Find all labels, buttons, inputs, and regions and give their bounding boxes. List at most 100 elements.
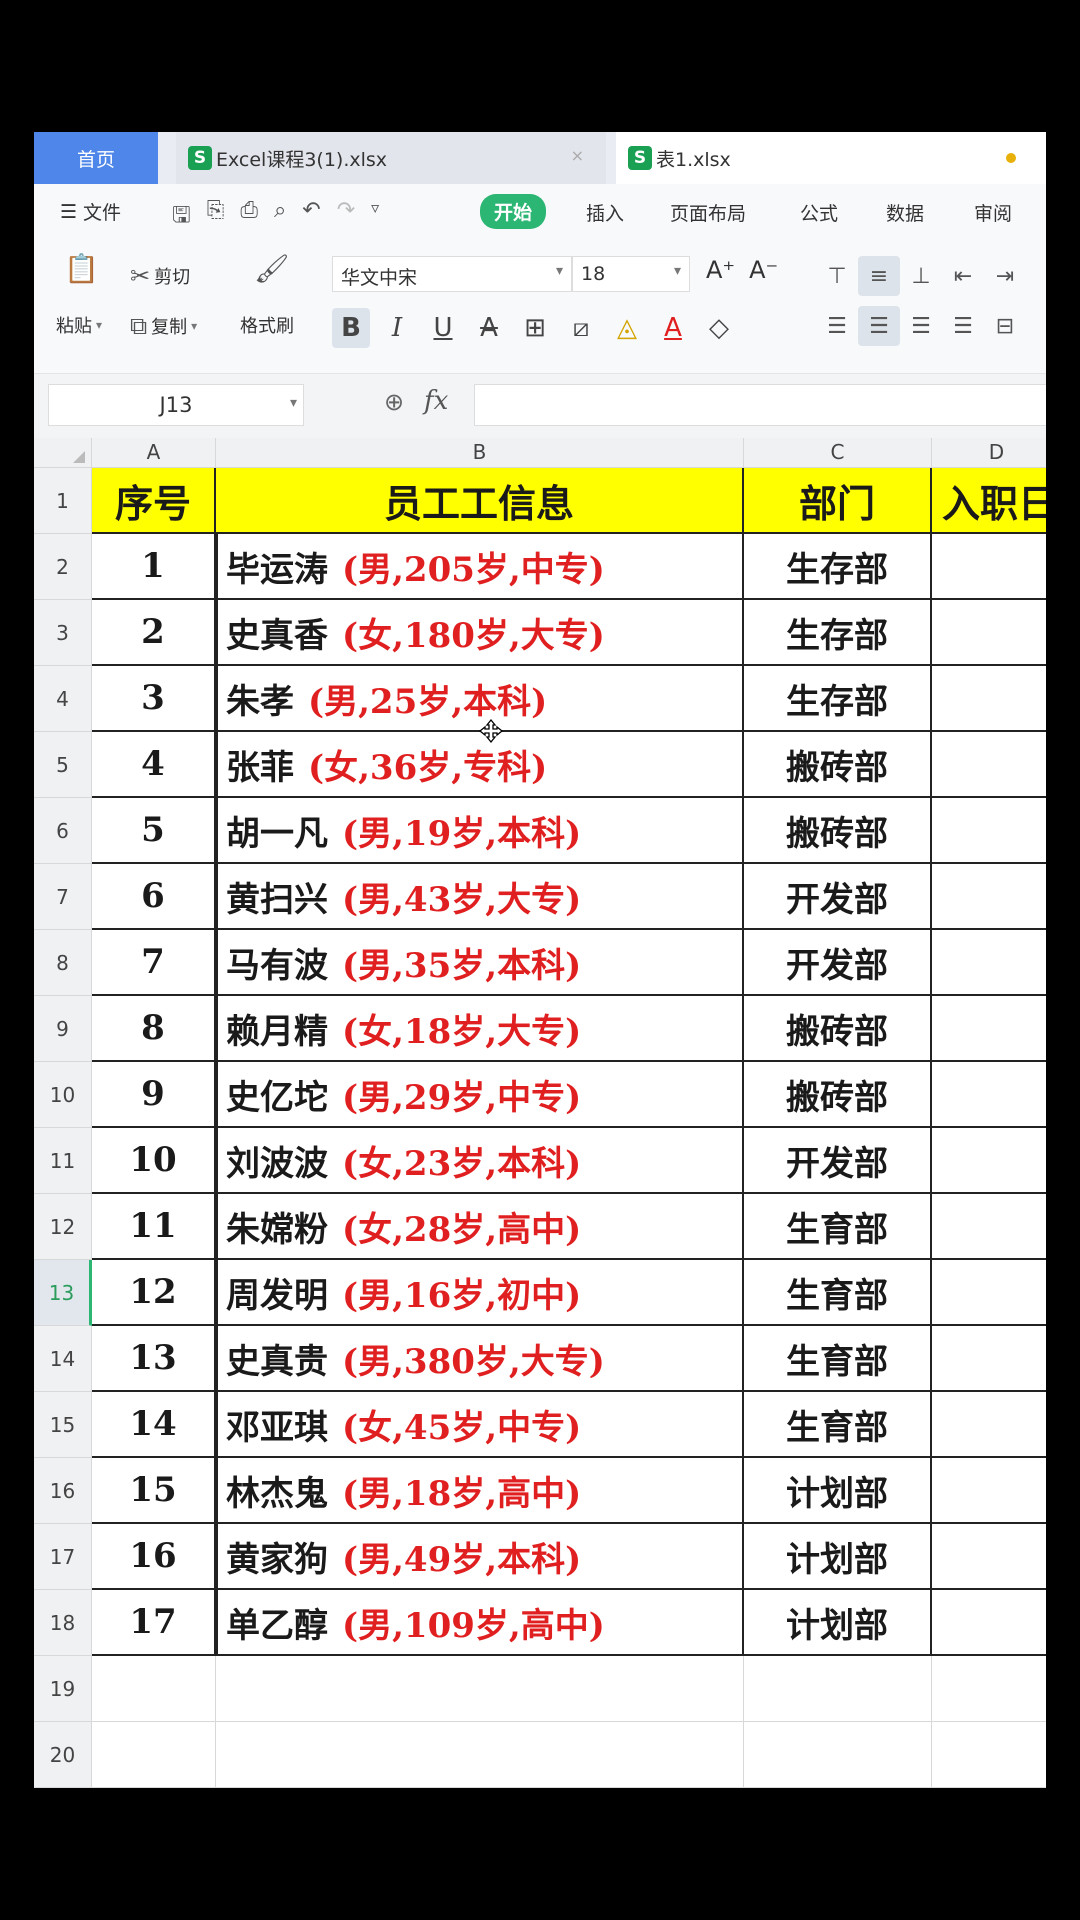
- menu-tab-review[interactable]: 审阅: [974, 199, 1012, 226]
- format-painter-button[interactable]: 🖌: [254, 252, 290, 285]
- header-cell-date[interactable]: 入职日: [932, 468, 1046, 534]
- cut-button[interactable]: ✂ 剪切: [130, 262, 190, 290]
- tab-home[interactable]: 首页: [34, 132, 158, 184]
- align-top-icon[interactable]: ⊤: [816, 256, 858, 296]
- save-icon[interactable]: 🖫: [172, 198, 191, 236]
- cell-join-date[interactable]: [932, 1458, 1046, 1524]
- paste-label-button[interactable]: 粘贴 ▾: [56, 312, 102, 338]
- row-header[interactable]: 8: [34, 930, 92, 996]
- empty-cell[interactable]: [744, 1656, 932, 1722]
- empty-cell[interactable]: [932, 1656, 1046, 1722]
- cell-department[interactable]: 生育部: [744, 1260, 932, 1326]
- header-cell-info[interactable]: 员工工信息: [216, 468, 744, 534]
- empty-cell[interactable]: [216, 1656, 744, 1722]
- column-header-c[interactable]: C: [744, 438, 932, 468]
- cell-seq[interactable]: 4: [92, 732, 216, 798]
- cell-department[interactable]: 计划部: [744, 1590, 932, 1656]
- bold-icon[interactable]: B: [332, 308, 370, 348]
- row-header[interactable]: 5: [34, 732, 92, 798]
- cell-join-date[interactable]: [932, 1326, 1046, 1392]
- row-header[interactable]: 7: [34, 864, 92, 930]
- close-icon[interactable]: ×: [571, 146, 584, 165]
- font-name-select[interactable]: 华文中宋 ▾: [332, 256, 572, 292]
- cell-seq[interactable]: 16: [92, 1524, 216, 1590]
- cell-join-date[interactable]: [932, 864, 1046, 930]
- cell-employee-info[interactable]: 史真贵 (男,380岁,大专): [216, 1326, 744, 1392]
- cell-employee-info[interactable]: 朱嫦粉 (女,28岁,高中): [216, 1194, 744, 1260]
- cell-seq[interactable]: 9: [92, 1062, 216, 1128]
- row-header[interactable]: 18: [34, 1590, 92, 1656]
- cell-join-date[interactable]: [932, 1590, 1046, 1656]
- cell-department[interactable]: 生存部: [744, 534, 932, 600]
- cell-join-date[interactable]: [932, 930, 1046, 996]
- underline-icon[interactable]: U: [424, 308, 462, 348]
- cell-seq[interactable]: 17: [92, 1590, 216, 1656]
- strikethrough-icon[interactable]: A: [470, 308, 508, 348]
- cell-department[interactable]: 生存部: [744, 666, 932, 732]
- cell-employee-info[interactable]: 朱孝 (男,25岁,本科): [216, 666, 744, 732]
- cell-employee-info[interactable]: 胡一凡 (男,19岁,本科): [216, 798, 744, 864]
- cell-seq[interactable]: 14: [92, 1392, 216, 1458]
- cell-join-date[interactable]: [932, 600, 1046, 666]
- cell-department[interactable]: 搬砖部: [744, 732, 932, 798]
- menu-tab-home[interactable]: 开始: [480, 194, 547, 229]
- cell-seq[interactable]: 13: [92, 1326, 216, 1392]
- cell-seq[interactable]: 8: [92, 996, 216, 1062]
- tab-sheet1[interactable]: S 表1.xlsx: [616, 132, 1046, 184]
- fx-icon[interactable]: fx: [424, 386, 448, 416]
- row-header[interactable]: 2: [34, 534, 92, 600]
- menu-tab-insert[interactable]: 插入: [586, 199, 624, 226]
- distribute-icon[interactable]: ⊟: [984, 306, 1026, 346]
- name-box[interactable]: J13 ▾: [48, 384, 304, 426]
- column-header-d[interactable]: D: [932, 438, 1046, 468]
- cell-employee-info[interactable]: 毕运涛 (男,205岁,中专): [216, 534, 744, 600]
- row-header[interactable]: 20: [34, 1722, 92, 1788]
- cell-employee-info[interactable]: 黄扫兴 (男,43岁,大专): [216, 864, 744, 930]
- increase-indent-icon[interactable]: ⇥: [984, 256, 1026, 296]
- align-right-icon[interactable]: ☰: [900, 306, 942, 346]
- cell-seq[interactable]: 1: [92, 534, 216, 600]
- cell-employee-info[interactable]: 马有波 (男,35岁,本科): [216, 930, 744, 996]
- menu-tab-page-layout[interactable]: 页面布局: [670, 199, 746, 226]
- cell-department[interactable]: 搬砖部: [744, 996, 932, 1062]
- font-color-icon[interactable]: A: [654, 308, 692, 348]
- cell-join-date[interactable]: [932, 1260, 1046, 1326]
- zoom-icon[interactable]: ⊕: [384, 388, 404, 416]
- increase-font-icon[interactable]: A⁺: [706, 256, 735, 284]
- row-header[interactable]: 9: [34, 996, 92, 1062]
- cell-join-date[interactable]: [932, 1392, 1046, 1458]
- cell-join-date[interactable]: [932, 1194, 1046, 1260]
- cell-join-date[interactable]: [932, 534, 1046, 600]
- empty-cell[interactable]: [92, 1656, 216, 1722]
- cell-seq[interactable]: 12: [92, 1260, 216, 1326]
- cell-employee-info[interactable]: 刘波波 (女,23岁,本科): [216, 1128, 744, 1194]
- cell-department[interactable]: 生存部: [744, 600, 932, 666]
- cell-department[interactable]: 生育部: [744, 1326, 932, 1392]
- copy-button[interactable]: ⧉ 复制 ▾: [130, 312, 197, 340]
- cell-department[interactable]: 搬砖部: [744, 1062, 932, 1128]
- row-header[interactable]: 11: [34, 1128, 92, 1194]
- cell-seq[interactable]: 7: [92, 930, 216, 996]
- export-icon[interactable]: ⎘: [207, 198, 225, 236]
- menu-tab-data[interactable]: 数据: [886, 199, 924, 226]
- empty-cell[interactable]: [92, 1722, 216, 1788]
- menu-tab-formulas[interactable]: 公式: [800, 199, 838, 226]
- align-left-icon[interactable]: ☰: [816, 306, 858, 346]
- row-header[interactable]: 10: [34, 1062, 92, 1128]
- cell-seq[interactable]: 10: [92, 1128, 216, 1194]
- cell-join-date[interactable]: [932, 1128, 1046, 1194]
- format-painter-label-button[interactable]: 格式刷: [240, 312, 294, 338]
- formula-input[interactable]: [474, 384, 1046, 426]
- align-center-icon[interactable]: ☰: [858, 306, 900, 346]
- tab-excel-course[interactable]: S Excel课程3(1).xlsx ×: [176, 132, 606, 184]
- cell-join-date[interactable]: [932, 1062, 1046, 1128]
- font-size-select[interactable]: 18 ▾: [572, 256, 690, 292]
- decrease-indent-icon[interactable]: ⇤: [942, 256, 984, 296]
- cell-employee-info[interactable]: 史真香 (女,180岁,大专): [216, 600, 744, 666]
- align-bottom-icon[interactable]: ⊥: [900, 256, 942, 296]
- cell-seq[interactable]: 5: [92, 798, 216, 864]
- more-icon[interactable]: ▿: [371, 198, 379, 236]
- row-header[interactable]: 4: [34, 666, 92, 732]
- empty-cell[interactable]: [932, 1722, 1046, 1788]
- empty-cell[interactable]: [744, 1722, 932, 1788]
